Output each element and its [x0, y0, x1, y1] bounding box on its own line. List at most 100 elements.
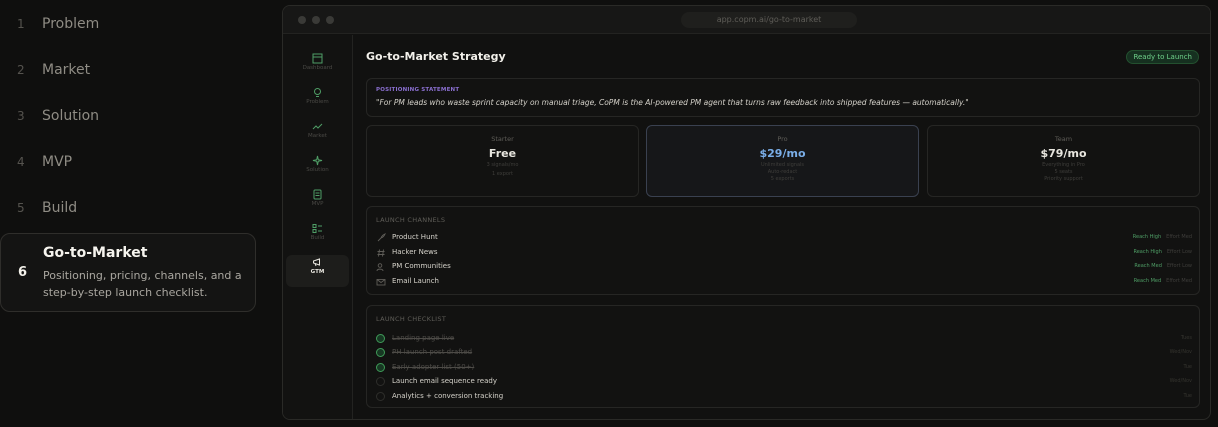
status-badge: Ready to Launch: [1126, 50, 1199, 64]
rail-label: MVP: [311, 201, 324, 207]
launch-channels-card: LAUNCH CHANNELS Product Hunt Reach High E…: [366, 206, 1200, 295]
reach-tag: Reach High: [1133, 249, 1162, 255]
rail-item-mvp[interactable]: MVP: [286, 187, 349, 219]
url-bar[interactable]: app.copm.ai/go-to-market: [681, 12, 857, 28]
step-mvp[interactable]: 4 MVP: [0, 139, 256, 185]
rail-label: Dashboard: [302, 65, 333, 71]
checkbox-empty[interactable]: [376, 392, 385, 401]
channel-row[interactable]: PM Communities Reach Med Effort Low: [376, 261, 1192, 273]
pricing-card-pro[interactable]: Pro $29/mo Unlimited signals Auto-redact…: [646, 125, 919, 197]
checklist-when: Wed/Nov: [1169, 349, 1192, 355]
step-description: Positioning, pricing, channels, and a st…: [43, 269, 242, 299]
checklist-text: Analytics + conversion tracking: [392, 392, 504, 400]
effort-tag: Effort Med: [1166, 234, 1192, 240]
positioning-card: POSITIONING STATEMENT "For PM leads who …: [366, 78, 1200, 117]
step-number: 2: [17, 63, 25, 77]
rail-item-problem[interactable]: Problem: [286, 85, 349, 117]
window-close-dot[interactable]: [298, 16, 306, 24]
checkbox-empty[interactable]: [376, 377, 385, 386]
lightbulb-icon: [314, 88, 321, 97]
rail-label: GTM: [310, 269, 325, 275]
pricing-card-team[interactable]: Team $79/mo Everything in Pro 5 seats Pr…: [927, 125, 1200, 197]
tier-price: $79/mo: [1040, 147, 1087, 160]
tier-name: Team: [1054, 135, 1073, 143]
reach-tag: Reach Med: [1134, 263, 1162, 269]
reach-tag: Reach Med: [1133, 278, 1162, 284]
window-maximize-dot[interactable]: [326, 16, 334, 24]
rocket-icon: [377, 233, 386, 242]
tier-feature: Everything in Pro: [1042, 162, 1085, 168]
sparkle-icon: [312, 155, 323, 166]
checklist-item[interactable]: Landing page live Tues: [376, 333, 1192, 345]
effort-tag: Effort Low: [1166, 249, 1192, 255]
tier-name: Starter: [491, 135, 514, 143]
nav-rail: Dashboard Problem Market Solution MVP Bu…: [283, 35, 353, 419]
step-number: 4: [17, 155, 25, 169]
channel-row[interactable]: Email Launch Reach Med Effort Med: [376, 276, 1192, 288]
rail-item-solution[interactable]: Solution: [286, 153, 349, 185]
effort-tag: Effort Low: [1166, 263, 1192, 269]
app-window: app.copm.ai/go-to-market Dashboard Probl…: [282, 5, 1211, 420]
rail-item-dashboard[interactable]: Dashboard: [286, 51, 349, 83]
checklist-item[interactable]: Launch email sequence ready Wed/Nov: [376, 376, 1192, 388]
tier-feature: Auto-redact: [767, 169, 798, 175]
effort-tag: Effort Med: [1166, 278, 1192, 284]
title-bar: app.copm.ai/go-to-market: [283, 6, 1210, 34]
section-title: LAUNCH CHECKLIST: [376, 315, 447, 323]
rail-item-market[interactable]: Market: [286, 119, 349, 151]
checklist-item[interactable]: Analytics + conversion tracking Tue: [376, 391, 1192, 403]
tier-feature: Priority support: [1044, 176, 1083, 182]
checklist-icon: [312, 224, 322, 233]
checklist-item[interactable]: PH launch post drafted Wed/Nov: [376, 347, 1192, 359]
window-minimize-dot[interactable]: [312, 16, 320, 24]
checklist-text: Early adopter list (50+): [392, 363, 475, 371]
mail-icon: [376, 279, 386, 286]
step-number: 1: [17, 17, 25, 31]
check-icon[interactable]: [376, 363, 385, 372]
users-icon: [376, 263, 384, 272]
tier-name: Pro: [777, 135, 788, 143]
hash-icon: [377, 249, 385, 257]
step-problem[interactable]: 1 Problem: [0, 1, 256, 47]
tier-feature: 5 seats: [1054, 169, 1073, 175]
positioning-quote: "For PM leads who waste sprint capacity …: [376, 98, 969, 107]
pricing-card-starter[interactable]: Starter Free 3 signals/mo 1 export: [366, 125, 639, 197]
checklist-when: Tues: [1180, 335, 1192, 341]
rail-label: Solution: [306, 167, 329, 173]
megaphone-icon: [313, 258, 320, 267]
rail-item-build[interactable]: Build: [286, 221, 349, 253]
check-icon[interactable]: [376, 348, 385, 357]
main-content: Go-to-Market Strategy Ready to Launch PO…: [354, 35, 1210, 419]
rail-label: Market: [308, 133, 327, 139]
step-build[interactable]: 5 Build: [0, 185, 256, 231]
positioning-caption: POSITIONING STATEMENT: [376, 87, 460, 93]
checklist-when: Tue: [1183, 393, 1192, 399]
tier-price: $29/mo: [759, 147, 806, 160]
channel-name: Product Hunt: [392, 233, 438, 241]
step-label: MVP: [42, 154, 73, 170]
channel-row[interactable]: Hacker News Reach High Effort Low: [376, 247, 1192, 259]
channel-row[interactable]: Product Hunt Reach High Effort Med: [376, 232, 1192, 244]
step-solution[interactable]: 3 Solution: [0, 93, 256, 139]
check-icon[interactable]: [376, 334, 385, 343]
channel-name: Email Launch: [392, 277, 439, 285]
step-market[interactable]: 2 Market: [0, 47, 256, 93]
checklist-text: Launch email sequence ready: [392, 377, 497, 385]
step-go-to-market[interactable]: 6 Go-to-Market Positioning, pricing, cha…: [0, 233, 256, 312]
channel-tags: Reach Med Effort Low: [1134, 263, 1192, 269]
step-number: 5: [17, 201, 25, 215]
channel-name: Hacker News: [392, 248, 438, 256]
steps-panel: 1 Problem 2 Market 3 Solution 4 MVP 5 Bu…: [0, 0, 258, 427]
page-title: Go-to-Market Strategy: [366, 50, 506, 63]
step-label: Problem: [42, 16, 100, 32]
rail-item-gtm[interactable]: GTM: [286, 255, 349, 287]
step-number: 3: [17, 109, 25, 123]
reach-tag: Reach High: [1132, 234, 1162, 240]
dashboard-icon: [312, 53, 323, 64]
tier-feature: 5 exports: [770, 176, 795, 182]
channel-tags: Reach High Effort Low: [1133, 249, 1192, 255]
launch-checklist-card: LAUNCH CHECKLIST Landing page live Tues …: [366, 305, 1200, 408]
document-icon: [313, 189, 322, 200]
step-label: Go-to-Market: [43, 245, 148, 261]
checklist-item[interactable]: Early adopter list (50+) Tue: [376, 362, 1192, 374]
